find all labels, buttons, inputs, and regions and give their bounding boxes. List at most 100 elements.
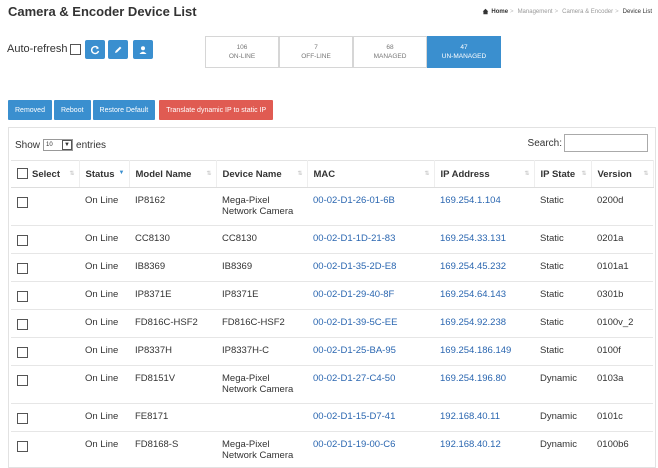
search-control: Search: (528, 134, 648, 152)
column-label: IP State (540, 168, 576, 180)
cell-status: On Line (79, 337, 129, 366)
cell-ip[interactable]: 169.254.45.232 (434, 253, 534, 282)
cell-ip[interactable]: 192.168.40.12 (434, 431, 534, 468)
row-checkbox[interactable] (17, 375, 28, 386)
column-label: Model Name (135, 168, 192, 180)
row-checkbox[interactable] (17, 291, 28, 302)
column-model-name[interactable]: Model Name ⇅ (129, 160, 217, 188)
sort-icon: ⇅ (206, 171, 212, 177)
breadcrumb-management[interactable]: Management (518, 9, 553, 15)
cell-version: 0101a1 (591, 253, 653, 282)
cell-ip-state: Dynamic (534, 403, 591, 432)
cell-mac[interactable]: 00-02-D1-35-2D-E8 (307, 253, 434, 282)
cell-ip[interactable]: 169.254.196.80 (434, 365, 534, 404)
row-select (11, 187, 79, 226)
translate-ip-button[interactable]: Translate dynamic IP to static IP (159, 100, 274, 120)
column-select[interactable]: Select ⇅ (11, 160, 80, 188)
table-row[interactable]: On Line FD816C-HSF2 FD816C-HSF2 00-02-D1… (11, 309, 653, 338)
table-row[interactable]: On Line IP8337H IP8337H-C 00-02-D1-25-BA… (11, 337, 653, 366)
column-status[interactable]: Status ▼ (79, 160, 130, 188)
cell-ip[interactable]: 192.168.40.11 (434, 403, 534, 432)
cell-ip[interactable]: 169.254.92.238 (434, 309, 534, 338)
table-row[interactable]: On Line FD8168-S Mega-Pixel Network Came… (11, 431, 653, 468)
page-size-select[interactable]: 10 ▼ (43, 139, 74, 151)
row-checkbox[interactable] (17, 319, 28, 330)
action-buttons: Removed Reboot Restore Default Translate… (8, 100, 274, 120)
cell-ip[interactable]: 169.254.33.131 (434, 225, 534, 254)
row-select (11, 281, 79, 310)
cell-mac[interactable]: 00-02-D1-26-01-6B (307, 187, 434, 226)
table-row[interactable]: On Line FD8151V Mega-Pixel Network Camer… (11, 365, 653, 404)
cell-mac[interactable]: 00-02-D1-19-00-C6 (307, 431, 434, 468)
breadcrumb-home[interactable]: Home (491, 9, 508, 15)
cell-status: On Line (79, 365, 129, 404)
cell-ip-state: Dynamic (534, 365, 591, 404)
edit-button[interactable] (108, 40, 128, 59)
column-version[interactable]: Version ⇅ (591, 160, 654, 188)
cell-status: On Line (79, 431, 129, 468)
removed-button[interactable]: Removed (8, 100, 52, 120)
device-table: Select ⇅ Status ▼ Model Name ⇅ Device Name ⇅… (11, 160, 654, 468)
column-ip-state[interactable]: IP State ⇅ (534, 160, 592, 188)
table-row[interactable]: On Line IP8371E IP8371E 00-02-D1-29-40-8… (11, 281, 653, 310)
stat-offline-value: 7 (314, 43, 318, 51)
row-checkbox[interactable] (17, 413, 28, 424)
column-device-name[interactable]: Device Name ⇅ (216, 160, 308, 188)
cell-mac[interactable]: 00-02-D1-39-5C-EE (307, 309, 434, 338)
cell-version: 0100f (591, 337, 653, 366)
auto-refresh-toggle: Auto-refresh (7, 43, 81, 55)
row-checkbox[interactable] (17, 197, 28, 208)
cell-mac[interactable]: 00-02-D1-15-D7-41 (307, 403, 434, 432)
table-row[interactable]: On Line IP8162 Mega-Pixel Network Camera… (11, 187, 653, 226)
cell-mac[interactable]: 00-02-D1-1D-21-83 (307, 225, 434, 254)
sort-desc-icon: ▼ (118, 170, 125, 176)
row-checkbox[interactable] (17, 347, 28, 358)
select-all-checkbox[interactable] (17, 168, 28, 179)
auto-refresh-checkbox[interactable] (69, 43, 81, 55)
search-input[interactable] (564, 134, 648, 152)
stat-unmanaged-value: 47 (460, 43, 468, 51)
cell-model: IP8337H (129, 337, 216, 366)
reboot-button[interactable]: Reboot (53, 100, 91, 120)
row-select (11, 225, 79, 254)
stat-online[interactable]: 106 ON-LINE (205, 36, 279, 68)
sort-icon: ⇅ (581, 171, 587, 177)
table-row[interactable]: On Line IB8369 IB8369 00-02-D1-35-2D-E8 … (11, 253, 653, 282)
page-size-value: 10 (46, 142, 53, 148)
cell-ip[interactable]: 169.254.186.149 (434, 337, 534, 366)
stat-managed[interactable]: 68 MANAGED (353, 36, 427, 68)
cell-status: On Line (79, 281, 129, 310)
cell-ip-state: Static (534, 253, 591, 282)
cell-ip[interactable]: 169.254.1.104 (434, 187, 534, 226)
stat-offline[interactable]: 7 OFF-LINE (279, 36, 353, 68)
cell-device: IP8371E (216, 281, 307, 310)
column-mac[interactable]: MAC ⇅ (307, 160, 435, 188)
row-select (11, 337, 79, 366)
row-checkbox[interactable] (17, 263, 28, 274)
restore-default-button[interactable]: Restore Default (92, 100, 156, 120)
column-ip-address[interactable]: IP Address ⇅ (434, 160, 535, 188)
cell-device: IP8337H-C (216, 337, 307, 366)
cell-mac[interactable]: 00-02-D1-27-C4-50 (307, 365, 434, 404)
cell-ip[interactable]: 169.254.64.143 (434, 281, 534, 310)
table-row[interactable]: On Line FE8171 00-02-D1-15-D7-41 192.168… (11, 403, 653, 432)
home-icon[interactable] (482, 8, 489, 15)
cell-version: 0100v_2 (591, 309, 653, 338)
breadcrumb-camera-encoder[interactable]: Camera & Encoder (562, 9, 613, 15)
cell-mac[interactable]: 00-02-D1-25-BA-95 (307, 337, 434, 366)
user-button[interactable] (133, 40, 153, 59)
stat-offline-label: OFF-LINE (301, 53, 331, 60)
cell-mac[interactable]: 00-02-D1-29-40-8F (307, 281, 434, 310)
cell-version: 0103a (591, 365, 653, 404)
cell-ip-state: Dynamic (534, 431, 591, 468)
row-checkbox[interactable] (17, 235, 28, 246)
table-header-row: Select ⇅ Status ▼ Model Name ⇅ Device Name ⇅… (11, 160, 654, 188)
row-checkbox[interactable] (17, 441, 28, 452)
cell-device (216, 403, 307, 432)
cell-model: FE8171 (129, 403, 216, 432)
refresh-button[interactable] (85, 40, 105, 59)
cell-version: 0200d (591, 187, 653, 226)
cell-ip-state: Static (534, 281, 591, 310)
stat-unmanaged[interactable]: 47 UN-MANAGED (427, 36, 501, 68)
table-row[interactable]: On Line CC8130 CC8130 00-02-D1-1D-21-83 … (11, 225, 653, 254)
